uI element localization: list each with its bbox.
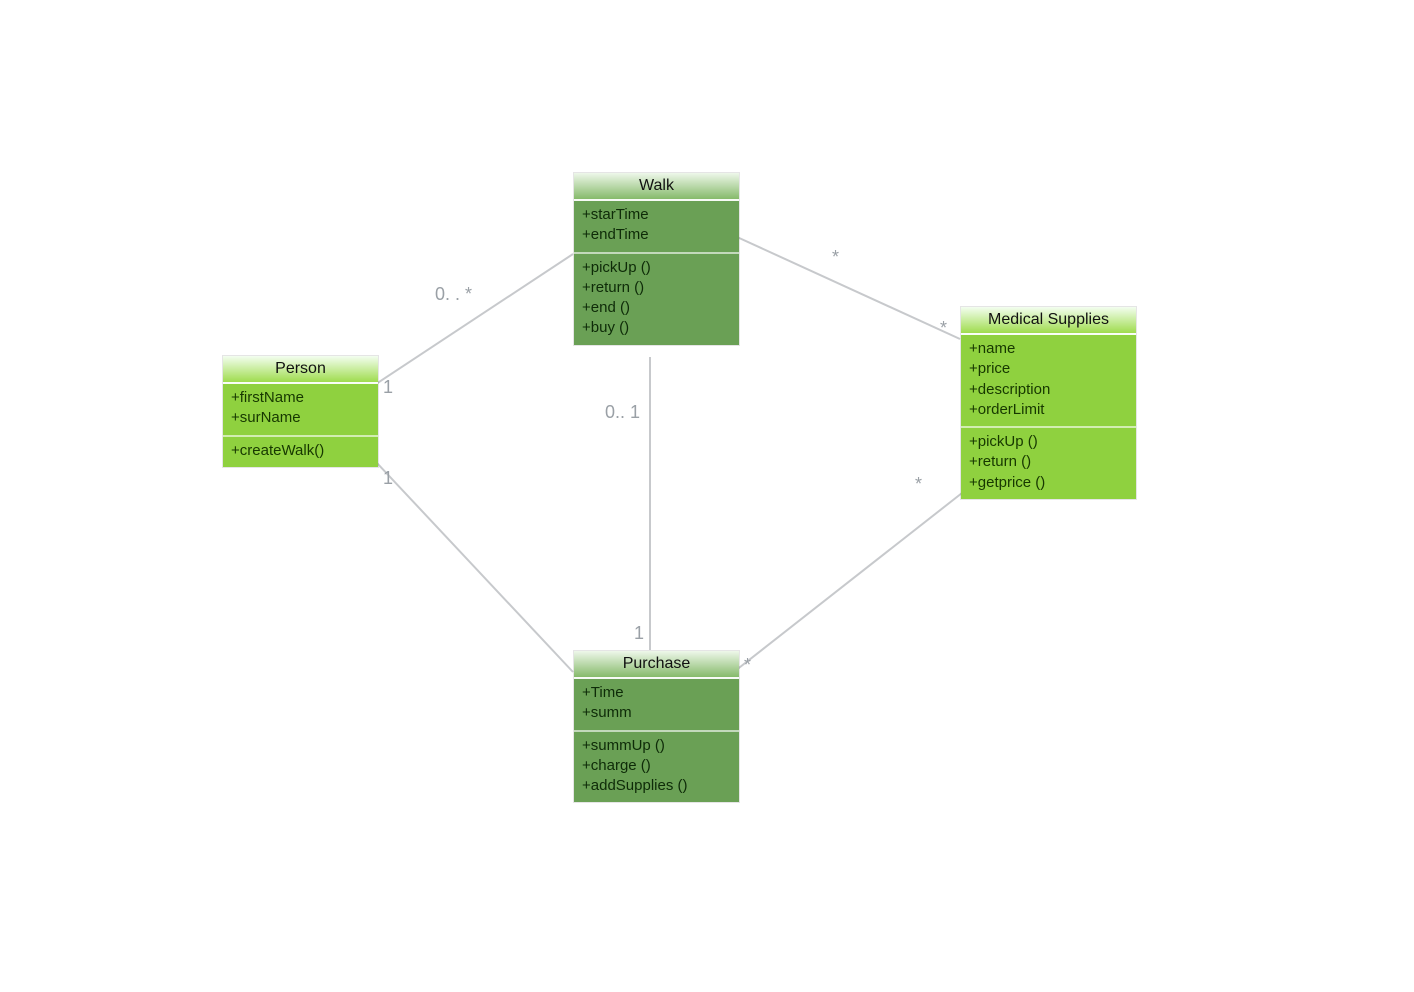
class-purchase-operations: +summUp () +charge () +addSupplies (): [574, 732, 739, 803]
class-walk-title: Walk: [574, 173, 739, 201]
label-walk-purchase-purchase: 1: [634, 623, 644, 644]
class-person-title: Person: [223, 356, 378, 384]
op: +getprice (): [969, 473, 1128, 493]
op: +pickUp (): [582, 258, 731, 278]
label-person-walk-person: 1: [383, 377, 393, 398]
class-medical-attributes: +name +price +description +orderLimit: [961, 335, 1136, 428]
label-walk-purchase-walk: 0.. 1: [605, 402, 640, 423]
edge-person-purchase: [376, 462, 573, 672]
attr: +endTime: [582, 225, 731, 245]
attr: +surName: [231, 408, 370, 428]
attr: +summ: [582, 703, 731, 723]
label-person-walk-walk: 0. . *: [435, 284, 472, 305]
attr: +price: [969, 359, 1128, 379]
op: +summUp (): [582, 736, 731, 756]
op: +charge (): [582, 756, 731, 776]
class-walk-attributes: +starTime +endTime: [574, 201, 739, 254]
class-person-operations: +createWalk(): [223, 437, 378, 467]
label-walk-medical-walk: *: [832, 247, 839, 268]
edge-walk-medical: [737, 237, 960, 339]
attr: +orderLimit: [969, 400, 1128, 420]
op: +createWalk(): [231, 441, 370, 461]
attr: +name: [969, 339, 1128, 359]
op: +pickUp (): [969, 432, 1128, 452]
diagram-canvas: Person +firstName +surName +createWalk()…: [0, 0, 1414, 992]
label-walk-medical-medical: *: [940, 318, 947, 339]
class-medical-title: Medical Supplies: [961, 307, 1136, 335]
op: +return (): [582, 278, 731, 298]
class-person[interactable]: Person +firstName +surName +createWalk(): [222, 355, 379, 468]
class-purchase[interactable]: Purchase +Time +summ +summUp () +charge …: [573, 650, 740, 803]
label-purchase-medical-purchase: *: [744, 655, 751, 676]
label-purchase-medical-medical: *: [915, 474, 922, 495]
op: +return (): [969, 452, 1128, 472]
class-medical-operations: +pickUp () +return () +getprice (): [961, 428, 1136, 499]
class-person-attributes: +firstName +surName: [223, 384, 378, 437]
edge-purchase-medical: [735, 493, 962, 671]
class-medical-supplies[interactable]: Medical Supplies +name +price +descripti…: [960, 306, 1137, 500]
op: +buy (): [582, 318, 731, 338]
attr: +starTime: [582, 205, 731, 225]
class-purchase-title: Purchase: [574, 651, 739, 679]
edge-person-walk: [376, 254, 573, 384]
class-walk[interactable]: Walk +starTime +endTime +pickUp () +retu…: [573, 172, 740, 346]
attr: +description: [969, 380, 1128, 400]
op: +addSupplies (): [582, 776, 731, 796]
attr: +firstName: [231, 388, 370, 408]
label-person-purchase-person: 1: [383, 468, 393, 489]
edges-layer: [0, 0, 1414, 992]
op: +end (): [582, 298, 731, 318]
attr: +Time: [582, 683, 731, 703]
class-walk-operations: +pickUp () +return () +end () +buy (): [574, 254, 739, 345]
class-purchase-attributes: +Time +summ: [574, 679, 739, 732]
